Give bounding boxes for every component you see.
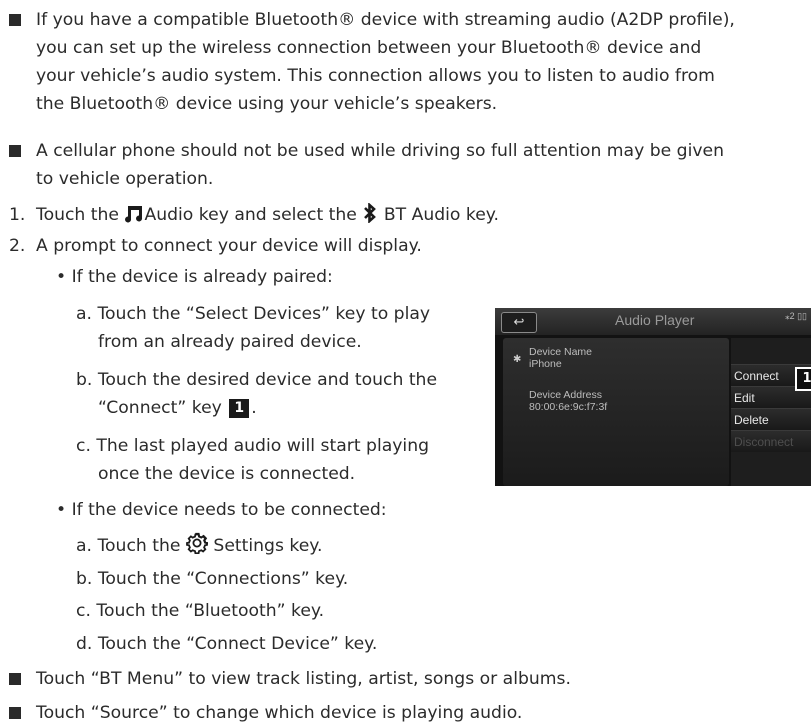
callout-badge: 1: [795, 367, 811, 391]
paragraph-line: Touch “Source” to change which device is…: [36, 703, 523, 723]
step-2: A prompt to connect your device will dis…: [36, 236, 422, 256]
bluetooth-icon: ✱: [513, 354, 522, 365]
paragraph-line: A cellular phone should not be used whil…: [36, 141, 724, 161]
paragraph-line: your vehicle’s audio system. This connec…: [36, 66, 715, 86]
paragraph-line: If you have a compatible Bluetooth® devi…: [36, 10, 735, 30]
paragraph-line: you can set up the wireless connection b…: [36, 38, 702, 58]
paired-step-c: c. The last played audio will start play…: [76, 436, 430, 456]
connect-step-b: b. Touch the “Connections” key.: [76, 569, 349, 589]
bullet-marker: [9, 145, 21, 157]
gear-icon: [186, 532, 209, 563]
sub-heading-connect: • If the device needs to be connected:: [56, 500, 387, 520]
paragraph-line: the Bluetooth® device using your vehicle…: [36, 94, 498, 114]
connect-step-d: d. Touch the “Connect Device” key.: [76, 634, 378, 654]
device-address-label: Device Address: [529, 389, 602, 401]
paired-step-a: a. Touch the “Select Devices” key to pla…: [76, 304, 431, 324]
connect-step-a: a. Touch the Settings key.: [76, 532, 322, 563]
device-info-panel: ✱ Device Name iPhone Device Address 80:0…: [503, 338, 729, 486]
step-1-text-a: Touch the: [36, 205, 119, 225]
paired-step-b: “Connect” key 1.: [98, 394, 257, 422]
back-icon: ↩: [501, 312, 537, 333]
step-number: 2.: [9, 236, 26, 256]
device-name-label: Device Name: [529, 346, 593, 358]
status-icons: ⁎2 ▯▯: [785, 311, 807, 321]
device-action-menu: Connect Edit Delete Disconnect: [731, 338, 811, 486]
callout-badge: 1: [229, 399, 250, 418]
step-1: Touch the Audio key and select the BT Au…: [36, 201, 499, 232]
paired-step-b-end: .: [251, 398, 257, 418]
device-name: iPhone: [529, 358, 562, 370]
paired-step-b-text: “Connect” key: [98, 398, 222, 418]
paired-step-b: b. Touch the desired device and touch th…: [76, 370, 438, 390]
screen-title: Audio Player: [615, 312, 695, 328]
device-address: 80:00:6e:9c:f7:3f: [529, 401, 608, 413]
step-number: 1.: [9, 205, 26, 225]
step-1-text-b: Audio key and select the: [144, 205, 357, 225]
paragraph-line: Touch “BT Menu” to view track listing, a…: [36, 669, 571, 689]
delete-button[interactable]: Delete: [731, 408, 811, 430]
paired-step-c: once the device is connected.: [98, 464, 356, 484]
paired-step-a: from an already paired device.: [98, 332, 362, 352]
disconnect-button[interactable]: Disconnect: [731, 430, 811, 452]
bullet-marker: [9, 673, 21, 685]
music-note-icon: [124, 203, 144, 232]
bullet-marker: [9, 707, 21, 719]
bullet-marker: [9, 14, 21, 26]
connect-step-a-text: a. Touch the: [76, 536, 181, 556]
screen-top-bar: ↩ Audio Player ⁎2 ▯▯: [495, 308, 811, 335]
connect-step-a-text-2: Settings key.: [213, 536, 323, 556]
paragraph-line: to vehicle operation.: [36, 169, 214, 189]
audio-player-screenshot: ↩ Audio Player ⁎2 ▯▯ ✱ Device Name iPhon…: [495, 308, 811, 486]
sub-heading-paired: • If the device is already paired:: [56, 267, 333, 287]
step-1-text-c: BT Audio key.: [383, 205, 499, 225]
connect-step-c: c. Touch the “Bluetooth” key.: [76, 601, 325, 621]
bluetooth-icon: [362, 202, 378, 232]
